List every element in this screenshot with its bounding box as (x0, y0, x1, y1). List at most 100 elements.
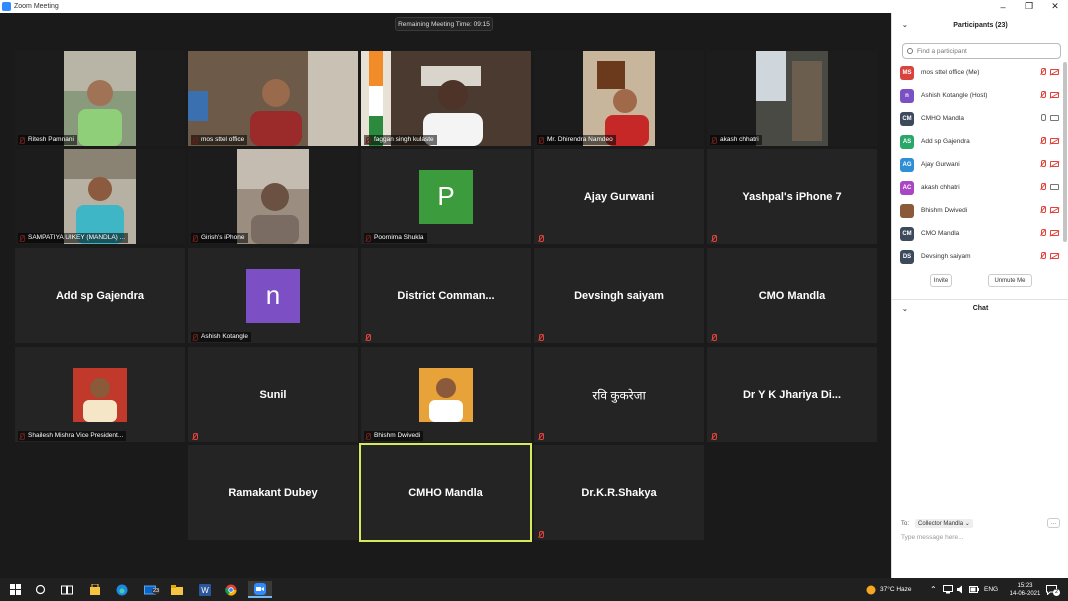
edge-browser-icon[interactable] (113, 581, 131, 598)
participant-name: Shailesh Mishra Vice President... (18, 431, 127, 441)
windows-start-icon[interactable] (6, 581, 24, 598)
video-off-icon (1050, 138, 1059, 144)
participant-tile[interactable]: Ramakant Dubey (188, 445, 358, 540)
participant-name: Dr Y K Jhariya Di... (742, 388, 842, 401)
participant-tile[interactable]: CMO Mandla (707, 248, 877, 343)
participant-row[interactable]: AC akash chhatri (900, 178, 1060, 197)
mail-icon[interactable]: 23 (141, 581, 161, 598)
video-tile[interactable]: Mr. Dhirendra Namdeo (534, 51, 704, 146)
participant-row[interactable]: Bhishm Dwivedi (900, 201, 1060, 220)
chat-title: Chat (972, 304, 989, 312)
clock[interactable]: 15:23 14-06-2021 (1008, 578, 1042, 601)
participant-tile[interactable]: Ajay Gurwani (534, 149, 704, 244)
participant-name: CMHO Mandla (921, 115, 964, 122)
participant-avatar: MS (900, 65, 914, 80)
muted-mic-icon (538, 334, 544, 341)
unmute-me-button[interactable]: Unmute Me (988, 274, 1032, 287)
participant-tile[interactable]: Add sp Gajendra (15, 248, 185, 343)
muted-mic-icon (538, 531, 544, 538)
participant-row[interactable]: CM CMHO Mandla (900, 109, 1060, 128)
maximize-button[interactable]: ❐ (1016, 0, 1042, 13)
participant-video (361, 51, 531, 146)
chat-more-button[interactable]: ... (1047, 518, 1060, 528)
muted-mic-icon (1040, 252, 1046, 260)
participant-tile[interactable]: Dr Y K Jhariya Di... (707, 347, 877, 442)
participant-tile[interactable]: Devsingh saiyam (534, 248, 704, 343)
word-icon[interactable]: W (196, 581, 214, 598)
participant-tile[interactable]: Bhishm Dwivedi (361, 347, 531, 442)
participant-name: Yashpal's iPhone 7 (742, 190, 842, 203)
video-camera-icon (1050, 184, 1059, 190)
active-speaker-tile[interactable]: CMHO Mandla (359, 443, 532, 542)
chat-recipient-select[interactable]: Collector Mandla ⌄ (915, 519, 973, 528)
participant-name: Add sp Gajendra (921, 138, 970, 145)
weather-widget[interactable]: 37°C Haze (866, 578, 912, 601)
participant-name: Ajay Gurwani (583, 190, 655, 203)
participant-tile[interactable]: Yashpal's iPhone 7 (707, 149, 877, 244)
participant-row[interactable]: MS mos sttel office (Me) (900, 63, 1060, 82)
participant-avatar: P (419, 169, 473, 224)
video-off-icon (1050, 69, 1059, 75)
participant-row[interactable]: AS Add sp Gajendra (900, 132, 1060, 151)
participant-avatar (900, 203, 914, 218)
video-tile[interactable]: SAMPATIYA UIKEY (MANDLA) ... (15, 149, 185, 244)
search-input[interactable]: Find a participant (902, 43, 1061, 59)
participants-panel: ⌄ Participants (23) Find a participant M… (891, 13, 1068, 578)
participant-tile[interactable]: P Poornima Shukla (361, 149, 531, 244)
video-tile[interactable]: faggan singh kulaste (361, 51, 531, 146)
search-icon[interactable] (31, 581, 49, 598)
video-tile[interactable]: Girish's iPhone (188, 149, 358, 244)
participant-row[interactable]: CM CMO Mandla (900, 224, 1060, 243)
muted-mic-icon (1040, 183, 1046, 191)
participant-tile[interactable]: Shailesh Mishra Vice President... (15, 347, 185, 442)
video-off-icon (1050, 92, 1059, 98)
input-language[interactable]: ENG (984, 578, 998, 601)
video-tile[interactable]: akash chhatri (707, 51, 877, 146)
video-tile[interactable]: Ritesh Pamnani (15, 51, 185, 146)
participant-name: Mr. Dhirendra Namdeo (537, 135, 616, 145)
title-bar: Zoom Meeting – ❐ ✕ (0, 0, 1068, 13)
muted-mic-icon (711, 235, 717, 242)
participant-tile[interactable]: रवि कुकरेजा (534, 347, 704, 442)
window-title: Zoom Meeting (14, 3, 59, 10)
participant-name: Devsingh saiyam (921, 253, 971, 260)
participant-name: mos sttel office (Me) (921, 69, 980, 76)
participant-tile[interactable]: Sunil (188, 347, 358, 442)
participant-row[interactable]: DS Devsingh saiyam (900, 247, 1060, 266)
speaker-icon[interactable] (956, 578, 966, 601)
store-icon[interactable] (86, 581, 104, 598)
chevron-down-icon[interactable]: ⌄ (902, 21, 910, 29)
participant-avatar: n (246, 268, 300, 323)
participant-photo (73, 367, 127, 422)
participant-photo (419, 367, 473, 422)
chat-message-input[interactable]: Type message here... (901, 534, 964, 541)
invite-button[interactable]: Invite (930, 274, 952, 287)
chrome-icon[interactable] (222, 581, 240, 598)
chevron-down-icon[interactable]: ⌄ (902, 305, 910, 313)
participant-name: CMHO Mandla (408, 486, 483, 499)
network-icon[interactable] (943, 578, 953, 601)
tray-chevron-icon[interactable]: ⌃ (930, 578, 937, 601)
task-view-icon[interactable] (58, 581, 76, 598)
chat-recipient: To: Collector Mandla ⌄ (901, 519, 973, 528)
close-button[interactable]: ✕ (1042, 0, 1068, 13)
participant-row[interactable]: n Ashish Kotangle (Host) (900, 86, 1060, 105)
participant-name: Ashish Kotangle (Host) (921, 92, 988, 99)
participant-avatar: n (900, 88, 914, 103)
participant-list-scrollbar[interactable] (1063, 62, 1067, 242)
participant-tile[interactable]: District Comman... (361, 248, 531, 343)
zoom-taskbar-icon[interactable] (248, 581, 272, 598)
video-tile[interactable]: mos sttel office (188, 51, 358, 146)
battery-icon[interactable] (969, 578, 979, 601)
participant-tile[interactable]: n Ashish Kotangle (188, 248, 358, 343)
participant-tile[interactable]: Dr.K.R.Shakya (534, 445, 704, 540)
participant-name: Dr.K.R.Shakya (581, 486, 657, 499)
clock-date: 14-06-2021 (1009, 590, 1041, 597)
participant-name: Ritesh Pamnani (18, 135, 77, 145)
participant-row[interactable]: AG Ajay Gurwani (900, 155, 1060, 174)
participant-name: Poornima Shukla (364, 233, 427, 243)
notification-center-icon[interactable]: 2 (1046, 578, 1060, 601)
mail-badge: 23 (152, 588, 161, 594)
file-explorer-icon[interactable] (168, 581, 186, 598)
minimize-button[interactable]: – (990, 0, 1016, 13)
